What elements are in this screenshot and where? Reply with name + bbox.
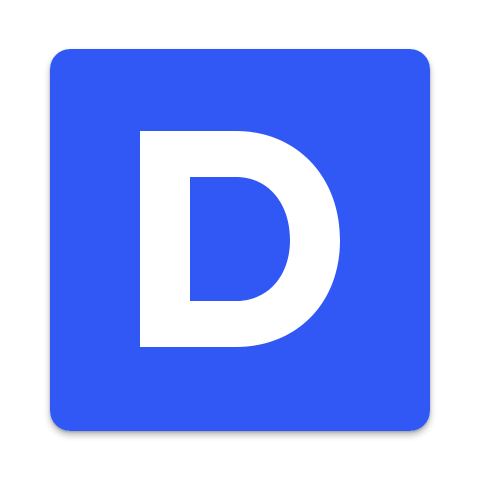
- app-icon-background: [50, 49, 430, 431]
- page: D: [0, 0, 480, 480]
- letter-d-logo-icon: D: [50, 49, 430, 431]
- app-icon[interactable]: D: [50, 49, 430, 431]
